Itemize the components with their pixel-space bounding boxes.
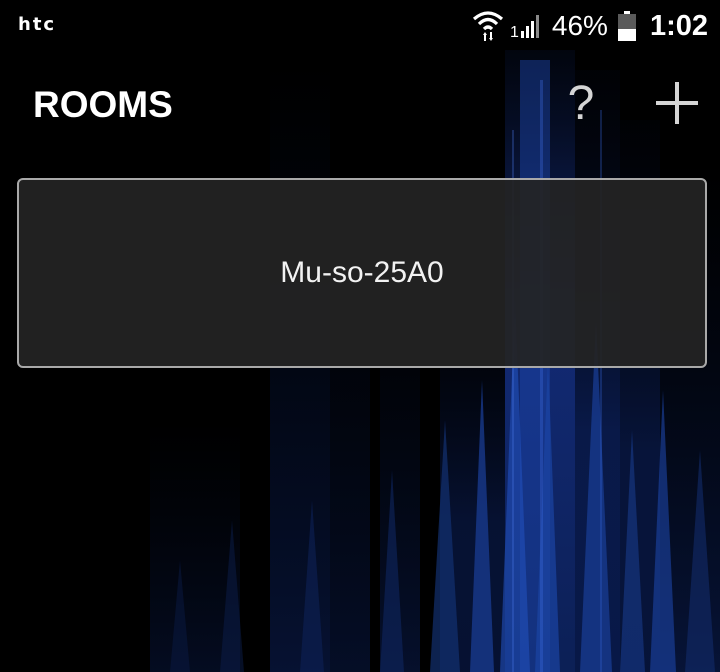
battery-icon: [617, 11, 636, 41]
room-name: Mu-so-25A0: [280, 256, 444, 289]
clock: 1:02: [649, 9, 708, 42]
cell-signal-icon: 1: [510, 15, 539, 39]
help-button[interactable]: ?: [556, 74, 606, 134]
status-bar: htc 1 46% 1:02: [0, 0, 720, 50]
room-card[interactable]: Mu-so-25A0: [17, 178, 707, 368]
wifi-icon: [472, 11, 503, 41]
signal-label: 1: [510, 24, 519, 39]
rooms-screen: htc 1 46% 1:02 ROOMS ? Mu-so-25A0: [0, 0, 720, 672]
plus-icon[interactable]: [652, 78, 702, 128]
status-icons: 1 46% 1:02: [472, 6, 708, 46]
app-bar: ROOMS ?: [0, 50, 720, 160]
page-title: ROOMS: [33, 84, 173, 125]
battery-percent: 46%: [551, 10, 608, 41]
carrier-label: htc: [18, 14, 57, 35]
